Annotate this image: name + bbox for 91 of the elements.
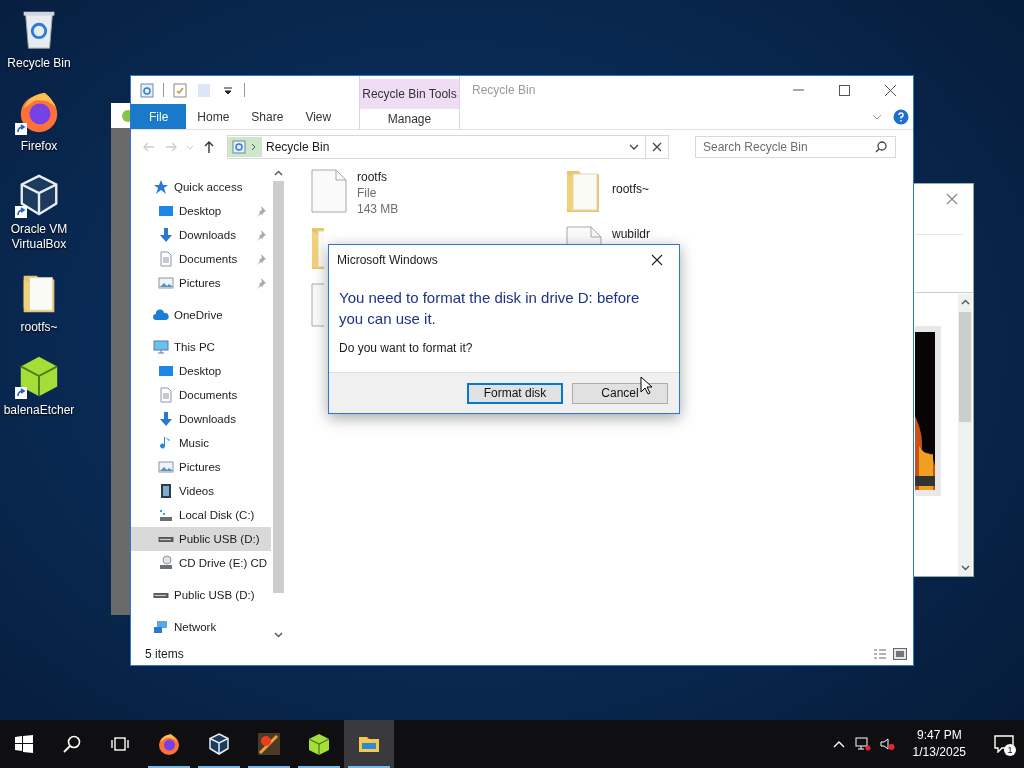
- contextual-tab-header: Recycle Bin Tools: [360, 79, 459, 109]
- nav-item[interactable]: Videos: [131, 479, 271, 503]
- cloud-icon: [153, 307, 169, 323]
- network-icon[interactable]: [854, 736, 871, 752]
- nav-item[interactable]: Desktop: [131, 199, 271, 223]
- notification-count: 1: [1004, 744, 1016, 756]
- desktop-icon-label[interactable]: Firefox: [1, 139, 77, 154]
- cd-drive-icon: [158, 555, 174, 571]
- speech-bubble-icon: [994, 735, 1014, 753]
- nav-item[interactable]: Public USB (D:): [131, 527, 271, 551]
- file-menu-button[interactable]: File: [131, 104, 187, 129]
- pictures-icon: [158, 459, 174, 475]
- nav-item[interactable]: Music: [131, 431, 271, 455]
- search-icon[interactable]: [874, 140, 888, 154]
- nav-item[interactable]: Downloads: [131, 223, 271, 247]
- folder-icon: [566, 169, 602, 213]
- large-icons-view-icon[interactable]: [893, 648, 907, 660]
- nav-item[interactable]: Public USB (D:): [131, 583, 271, 607]
- folder-icon[interactable]: [344, 720, 394, 768]
- drive-icon: [158, 507, 174, 523]
- nav-item[interactable]: OneDrive: [131, 303, 271, 327]
- nav-item[interactable]: Local Disk (C:): [131, 503, 271, 527]
- scroll-up-icon[interactable]: [273, 169, 284, 177]
- pictures-icon: [158, 275, 174, 291]
- desktop-icon-label[interactable]: Recycle Bin: [1, 56, 77, 71]
- scroll-down-icon[interactable]: [960, 564, 971, 572]
- properties-icon[interactable]: [172, 82, 188, 98]
- file-name[interactable]: wubildr: [612, 226, 650, 242]
- task-view-icon: [110, 734, 130, 754]
- desktop-icon-label[interactable]: Oracle VM VirtualBox: [1, 222, 77, 252]
- ribbon-tab[interactable]: Home: [186, 104, 241, 129]
- file-name[interactable]: rootfs~: [612, 181, 650, 197]
- nav-item[interactable]: Downloads: [131, 407, 271, 431]
- close-icon: [884, 84, 896, 96]
- drive-icon: [158, 536, 174, 542]
- nav-item[interactable]: Documents: [131, 247, 271, 271]
- nav-item[interactable]: Pictures: [131, 271, 271, 295]
- action-center-button[interactable]: 1: [984, 720, 1024, 768]
- file-size: 143 MB: [357, 201, 399, 217]
- mouse-pointer-icon: [640, 376, 652, 395]
- muted-speaker-icon[interactable]: [878, 736, 895, 752]
- star-icon: [153, 179, 169, 195]
- nav-item[interactable]: Quick access: [131, 175, 271, 199]
- help-icon[interactable]: [893, 108, 909, 125]
- nav-item[interactable]: Documents: [131, 383, 271, 407]
- desktop-icon: [158, 203, 174, 219]
- maximize-icon: [838, 84, 850, 96]
- desktop-icon: [158, 363, 174, 379]
- minimize-icon: [792, 89, 804, 91]
- search-field[interactable]: Search Recycle Bin: [695, 136, 896, 158]
- document-icon: [158, 251, 174, 267]
- address-bar[interactable]: Recycle Bin: [227, 135, 669, 159]
- dialog-heading: You need to format the disk in drive D: before you can use it.: [338, 288, 641, 329]
- scroll-up-icon[interactable]: [960, 298, 971, 306]
- desktop-icon-label[interactable]: rootfs~: [1, 320, 77, 335]
- recycle-bin-icon: [232, 140, 246, 154]
- document-icon: [158, 387, 174, 403]
- computer-icon: [153, 339, 169, 355]
- ribbon-tab[interactable]: Share: [240, 104, 295, 129]
- clock-time[interactable]: 9:47 PM: [916, 727, 962, 744]
- nav-item[interactable]: CD Drive (E:) CD: [131, 551, 271, 575]
- recycle-bin-icon[interactable]: [139, 82, 155, 98]
- dialog-title: Microsoft Windows: [337, 253, 438, 267]
- file-name[interactable]: rootfs: [357, 169, 399, 185]
- download-icon: [158, 227, 174, 243]
- item-count: 5 items: [145, 647, 184, 661]
- file-icon: [311, 283, 324, 327]
- window-title: Recycle Bin: [471, 83, 537, 97]
- scroll-down-icon[interactable]: [273, 631, 284, 639]
- nav-item[interactable]: Desktop: [131, 359, 271, 383]
- windows-logo-icon: [14, 734, 34, 754]
- drive-icon: [153, 592, 169, 598]
- nav-item[interactable]: Pictures: [131, 455, 271, 479]
- search-icon: [62, 734, 82, 754]
- dialog-button[interactable]: Cancel: [572, 382, 668, 404]
- chevron-icon: [250, 142, 258, 152]
- nav-item[interactable]: This PC: [131, 335, 271, 359]
- dialog-button[interactable]: Format disk: [467, 382, 563, 404]
- clock-date[interactable]: 1/13/2025: [912, 744, 966, 761]
- ribbon-tab[interactable]: View: [294, 104, 343, 129]
- nav-item[interactable]: Network: [131, 615, 271, 639]
- file-icon: [311, 169, 347, 213]
- film-icon: [158, 483, 174, 499]
- folder-icon: [311, 226, 324, 270]
- dialog-message: Do you want to format it?: [338, 340, 474, 355]
- network-icon: [153, 619, 169, 635]
- download-icon: [158, 411, 174, 427]
- file-type: File: [357, 185, 378, 201]
- desktop-icon-label[interactable]: balenaEtcher: [1, 403, 77, 418]
- close-icon[interactable]: [651, 141, 663, 153]
- close-icon: [651, 254, 663, 266]
